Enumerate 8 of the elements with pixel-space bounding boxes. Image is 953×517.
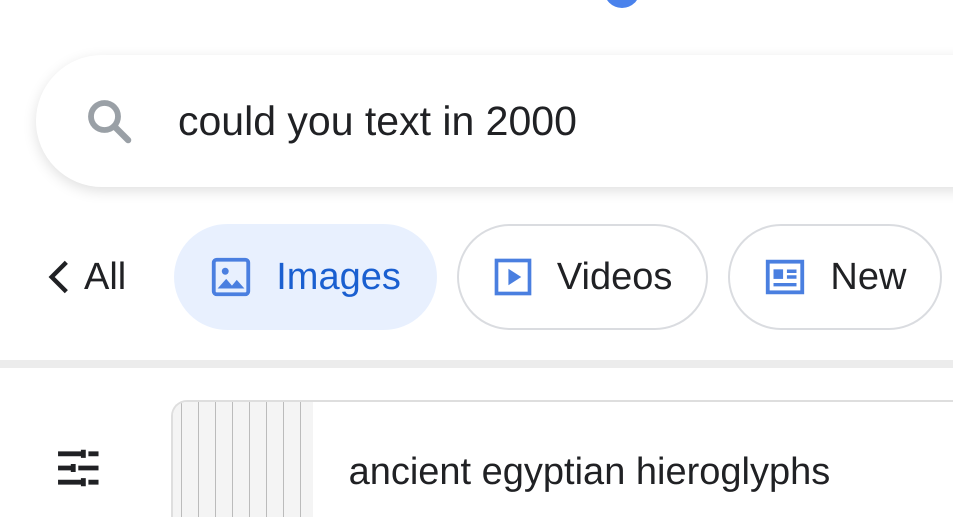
filter-tab[interactable]: Videos <box>456 224 708 330</box>
search-query: could you text in 2000 <box>178 98 577 144</box>
filter-tab[interactable]: Images <box>174 224 437 330</box>
search-field[interactable]: could you text in 2000 <box>36 55 953 187</box>
filter-tab[interactable]: New <box>728 224 942 330</box>
suggestion-chip[interactable]: ancient egyptian hieroglyphs <box>170 400 953 517</box>
back-button[interactable]: All <box>48 256 126 298</box>
chevron-left-icon <box>48 258 70 296</box>
